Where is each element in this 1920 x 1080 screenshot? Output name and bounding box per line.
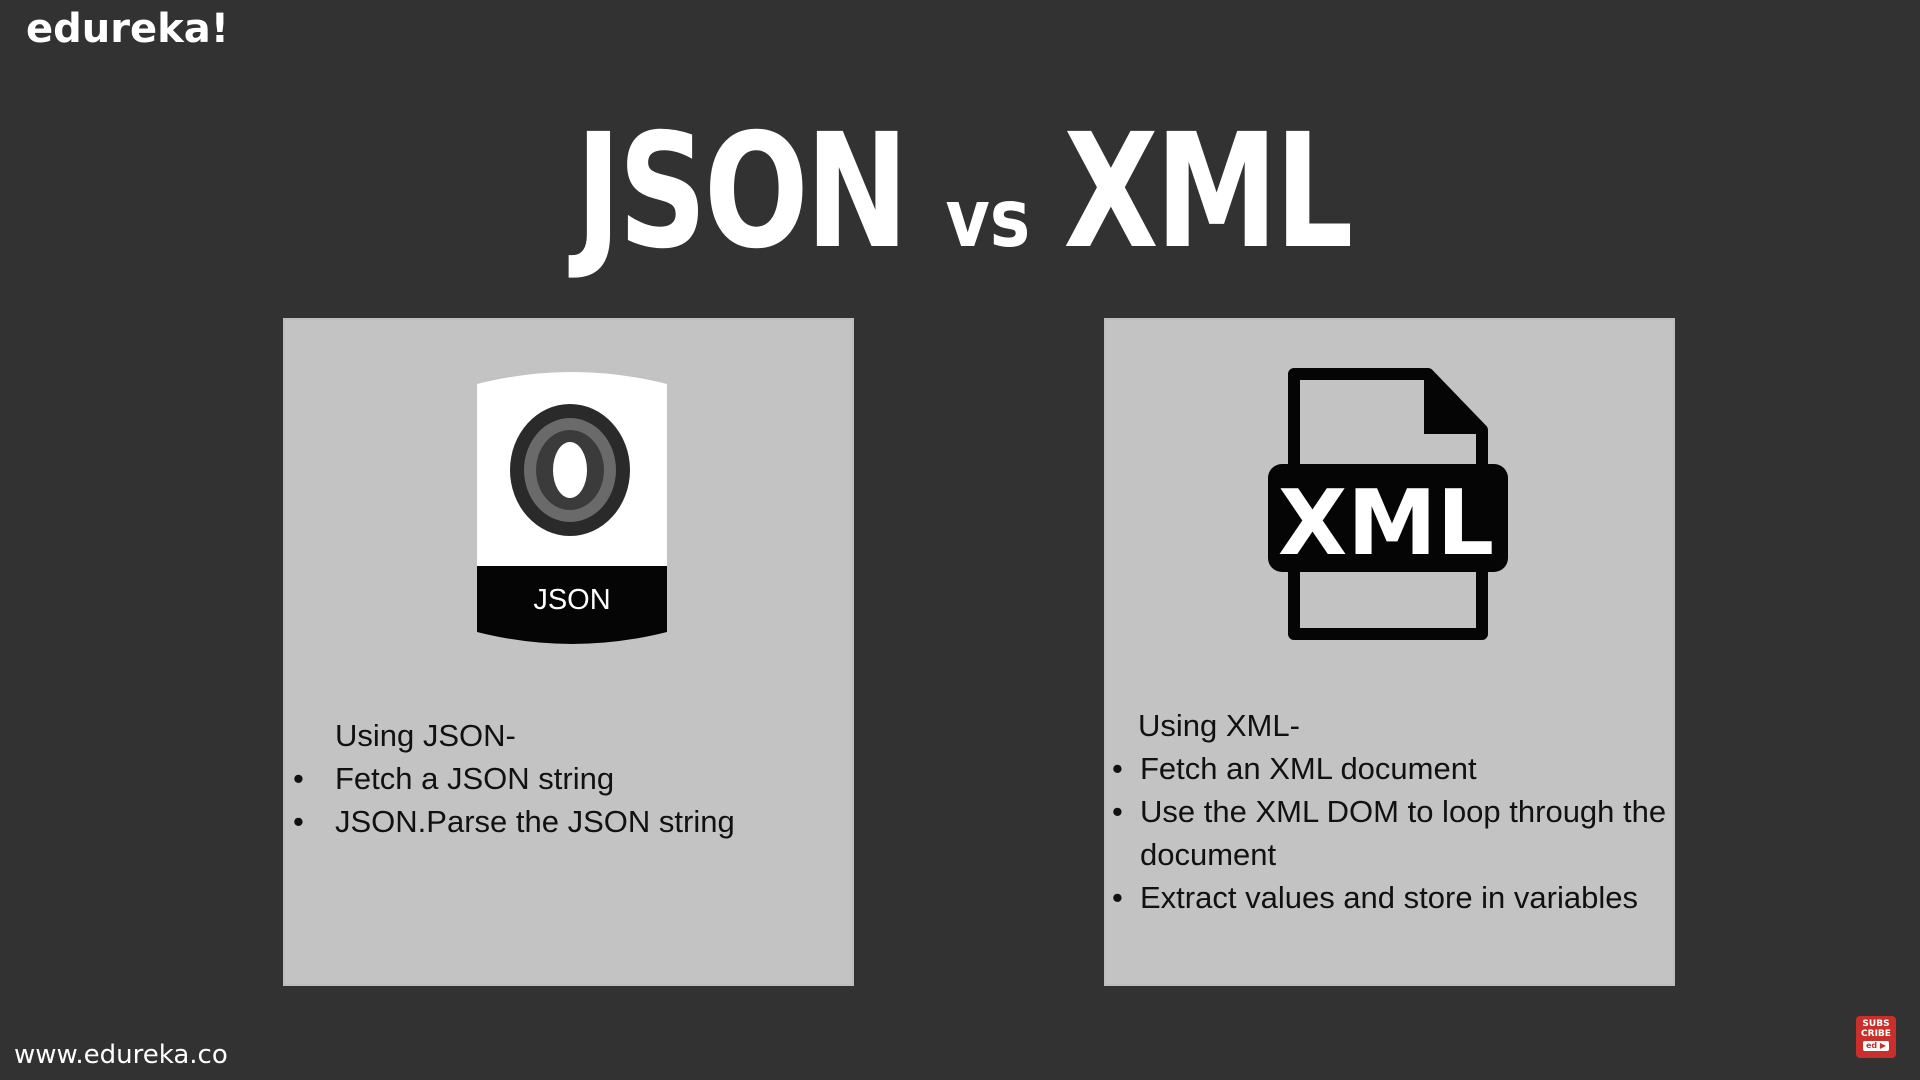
list-item: • Fetch an XML document: [1112, 751, 1477, 786]
json-heading: Using JSON-: [335, 718, 516, 753]
xml-bullet-list: • Fetch an XML document • Use the XML DOM …: [1112, 747, 1672, 919]
list-item: • JSON.Parse the JSON string: [293, 804, 735, 839]
xml-logo-label: XML: [1278, 471, 1494, 576]
title-json: JSON: [575, 100, 909, 284]
footer-url: www.edureka.co: [14, 1040, 228, 1070]
json-logo-icon: JSON: [477, 372, 667, 644]
list-item: • Use the XML DOM to loop through the doc…: [1112, 794, 1667, 872]
xml-file-icon: XML: [1268, 368, 1508, 640]
subscribe-line2: CRIBE: [1861, 1029, 1891, 1039]
json-bullet-list: • Fetch a JSON string • JSON.Parse the JSO…: [293, 757, 843, 843]
title-vs: vs: [945, 172, 1031, 265]
json-card: JSON Using JSON- • Fetch a JSON string • J…: [283, 318, 854, 986]
list-item: • Extract values and store in variables: [1112, 880, 1638, 915]
title-xml: XML: [1063, 100, 1354, 284]
slide-title: JSON vs XML: [0, 100, 1920, 284]
xml-content: Using XML- • Fetch an XML document • Use t…: [1112, 704, 1672, 919]
play-icon: ed ▶: [1862, 1041, 1890, 1051]
subscribe-line1: SUBS: [1862, 1019, 1890, 1029]
json-logo-label: JSON: [533, 584, 610, 616]
xml-card: XML Using XML- • Fetch an XML document • U…: [1104, 318, 1675, 986]
subscribe-button[interactable]: SUBS CRIBE ed ▶: [1856, 1016, 1896, 1058]
edureka-logo: edureka!: [26, 6, 229, 52]
list-item: • Fetch a JSON string: [293, 761, 615, 796]
json-content: Using JSON- • Fetch a JSON string • JSON.P…: [293, 714, 843, 843]
xml-heading: Using XML-: [1138, 708, 1300, 743]
